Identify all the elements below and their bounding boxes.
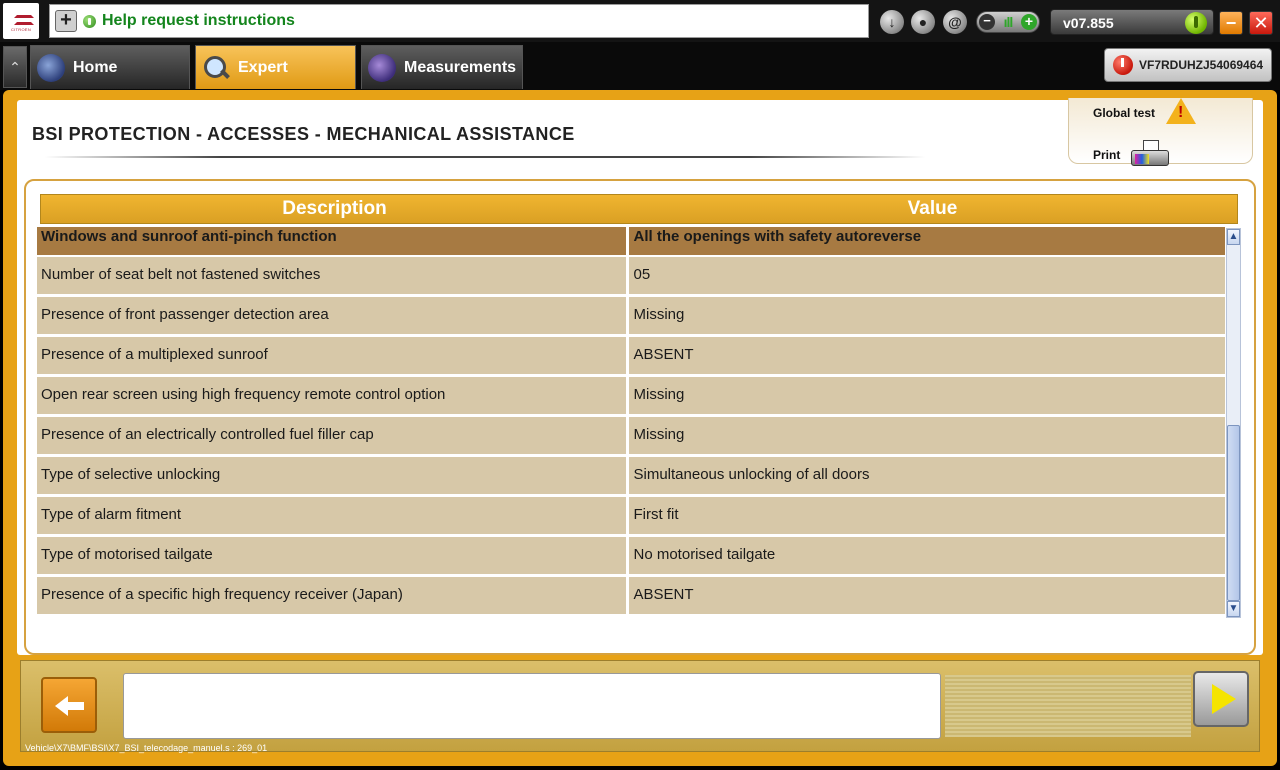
- cell-value: Simultaneous unlocking of all doors: [628, 457, 1225, 494]
- warning-icon[interactable]: [1166, 98, 1196, 124]
- column-header-description: Description: [282, 198, 387, 219]
- brand-name: CITROËN: [10, 26, 32, 32]
- side-actions-panel: Global test Print: [1068, 98, 1253, 166]
- script-path-label: Vehicle\X7\BMF\BSI\X7_BSI_telecodage_man…: [25, 743, 268, 753]
- table-row[interactable]: Windows and sunroof anti-pinch function …: [37, 227, 1225, 255]
- cell-description: Presence of front passenger detection ar…: [37, 297, 626, 334]
- scroll-up-icon[interactable]: ▲: [1227, 229, 1240, 245]
- column-header-value: Value: [907, 198, 958, 219]
- table-header: Description Value: [40, 194, 1238, 224]
- tab-measurements-label: Measurements: [404, 58, 517, 76]
- table-scrollbar[interactable]: ▲ ▼: [1226, 228, 1241, 618]
- power-icon: [1113, 55, 1133, 75]
- help-request-text[interactable]: Help request instructions: [102, 12, 295, 30]
- cell-description: Presence of a specific high frequency re…: [37, 577, 626, 614]
- home-globe-icon: [37, 53, 65, 82]
- cell-description: Type of alarm fitment: [37, 497, 626, 534]
- collapse-up-icon[interactable]: ⌃: [3, 46, 27, 88]
- message-box: [123, 673, 941, 739]
- cell-value: 05: [628, 257, 1225, 294]
- cell-description: Type of selective unlocking: [37, 457, 626, 494]
- plus-circle-icon[interactable]: +: [1020, 14, 1037, 30]
- tab-measurements[interactable]: Measurements: [361, 45, 523, 89]
- tabs-row: ⌃ Home Expert Measurements VF7RDUHZJ5406…: [0, 42, 1280, 90]
- table-row[interactable]: Presence of a multiplexed sunroof ABSENT: [37, 337, 1225, 374]
- bottom-navigation-bar: [20, 660, 1260, 752]
- table-row[interactable]: Presence of an electrically controlled f…: [37, 417, 1225, 454]
- back-arrow-button[interactable]: [41, 677, 97, 733]
- minus-icon[interactable]: −: [979, 14, 995, 30]
- minimize-button[interactable]: −: [1219, 11, 1243, 35]
- top-bar: CITROËN + Help request instructions ↓ ● …: [0, 0, 1280, 42]
- scroll-down-icon[interactable]: ▼: [1227, 601, 1240, 617]
- printer-icon[interactable]: [1131, 140, 1169, 168]
- page-title: BSI PROTECTION - ACCESSES - MECHANICAL A…: [32, 124, 575, 144]
- download-icon[interactable]: ↓: [880, 10, 904, 34]
- chevron-logo-icon: [12, 11, 30, 25]
- table-row[interactable]: Presence of front passenger detection ar…: [37, 297, 1225, 334]
- decorative-stripes: [945, 675, 1191, 737]
- main-frame: BSI PROTECTION - ACCESSES - MECHANICAL A…: [3, 90, 1277, 766]
- profile-icon[interactable]: ●: [911, 10, 935, 34]
- scrollbar-thumb[interactable]: [1227, 425, 1240, 601]
- content-area: BSI PROTECTION - ACCESSES - MECHANICAL A…: [17, 98, 1263, 655]
- cell-value: First fit: [628, 497, 1225, 534]
- cell-value: ABSENT: [628, 577, 1225, 614]
- cell-value: ABSENT: [628, 337, 1225, 374]
- cell-description: Presence of an electrically controlled f…: [37, 417, 626, 454]
- at-icon[interactable]: @: [943, 10, 967, 34]
- power-icon[interactable]: [1185, 12, 1207, 34]
- level-bars-icon: ıll: [1003, 14, 1014, 30]
- table-row[interactable]: Type of selective unlocking Simultaneous…: [37, 457, 1225, 494]
- next-arrow-button[interactable]: [1193, 671, 1249, 727]
- table-row[interactable]: Type of motorised tailgate No motorised …: [37, 537, 1225, 574]
- tab-home-label: Home: [73, 58, 118, 76]
- cell-description: Presence of a multiplexed sunroof: [37, 337, 626, 374]
- plus-icon[interactable]: +: [55, 10, 77, 32]
- table-body: Windows and sunroof anti-pinch function …: [37, 227, 1225, 617]
- waveform-icon: [368, 53, 396, 82]
- volume-toggle[interactable]: − ıll +: [976, 11, 1040, 33]
- help-request-bar[interactable]: + Help request instructions: [49, 4, 869, 38]
- cell-value: Missing: [628, 377, 1225, 414]
- cell-description: Open rear screen using high frequency re…: [37, 377, 626, 414]
- info-icon: [83, 14, 96, 28]
- version-panel: v07.855: [1050, 9, 1214, 35]
- close-button[interactable]: ✕: [1249, 11, 1273, 35]
- cell-description: Number of seat belt not fastened switche…: [37, 257, 626, 294]
- table-row[interactable]: Type of alarm fitment First fit: [37, 497, 1225, 534]
- table-row[interactable]: Presence of a specific high frequency re…: [37, 577, 1225, 614]
- cell-value: Missing: [628, 297, 1225, 334]
- parameters-table: Description Value Windows and sunroof an…: [24, 179, 1256, 655]
- cell-description: Type of motorised tailgate: [37, 537, 626, 574]
- table-row[interactable]: Open rear screen using high frequency re…: [37, 377, 1225, 414]
- magnifier-icon: [202, 54, 230, 82]
- title-divider: [45, 156, 925, 158]
- global-test-button[interactable]: Global test: [1093, 106, 1155, 120]
- cell-description: Windows and sunroof anti-pinch function: [37, 227, 626, 255]
- cell-value: Missing: [628, 417, 1225, 454]
- tab-expert[interactable]: Expert: [195, 45, 356, 89]
- cell-value: All the openings with safety autoreverse: [628, 227, 1225, 255]
- cell-value: No motorised tailgate: [628, 537, 1225, 574]
- table-row[interactable]: Number of seat belt not fastened switche…: [37, 257, 1225, 294]
- print-button[interactable]: Print: [1093, 148, 1120, 162]
- vin-button[interactable]: VF7RDUHZJ54069464: [1104, 48, 1272, 82]
- vin-label: VF7RDUHZJ54069464: [1139, 58, 1264, 72]
- brand-logo: CITROËN: [3, 3, 39, 39]
- printer-colors: [1135, 154, 1149, 164]
- tab-expert-label: Expert: [238, 58, 288, 76]
- tab-home[interactable]: Home: [30, 45, 190, 89]
- version-label: v07.855: [1063, 15, 1114, 31]
